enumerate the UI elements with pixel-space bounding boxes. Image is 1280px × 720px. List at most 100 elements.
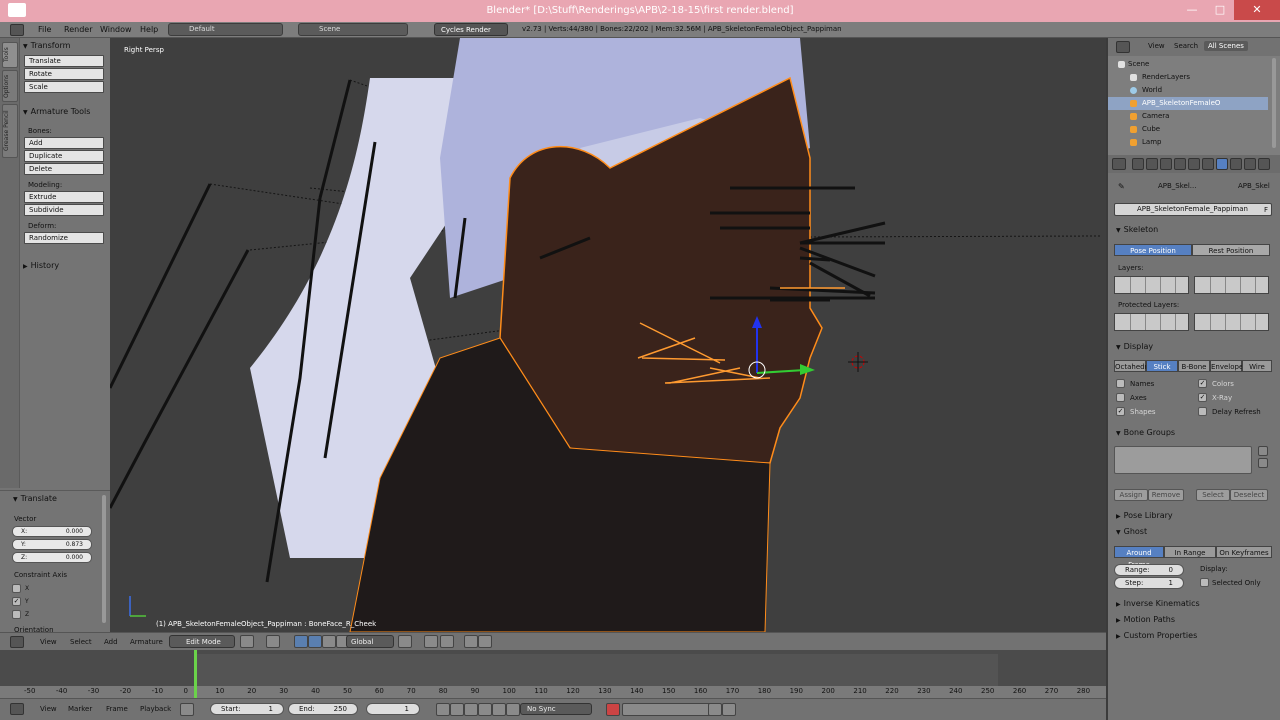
editor-type-outliner-icon[interactable] [1116, 41, 1130, 53]
outliner-search-menu[interactable]: Search [1174, 42, 1198, 50]
ghost-on-keyframes-button[interactable]: On Keyframes [1216, 546, 1272, 558]
add-bone-button[interactable]: Add [24, 137, 104, 149]
bone-group-assign-button[interactable]: Assign [1114, 489, 1148, 501]
editor-type-info-icon[interactable] [10, 24, 24, 36]
close-window-icon[interactable]: ✕ [1234, 0, 1280, 20]
xray-checkbox[interactable]: ✓ [1198, 393, 1207, 402]
delete-bone-button[interactable]: Delete [24, 163, 104, 175]
skeleton-panel-header[interactable]: Skeleton [1116, 225, 1159, 234]
timeline-editor[interactable]: -50 -40 -30 -20 -10 0 10 20 30 40 50 60 70 80 90 100 110… [0, 650, 1106, 698]
subdivide-button[interactable]: Subdivide [24, 204, 104, 216]
rotate-manipulator-icon[interactable] [322, 635, 336, 648]
inverse-kinematics-panel-header[interactable]: Inverse Kinematics [1116, 599, 1200, 608]
end-frame-field[interactable]: End: 250 [288, 703, 358, 715]
layer-grid-left[interactable] [1114, 276, 1189, 294]
timeline-menu-playback[interactable]: Playback [140, 705, 171, 713]
outliner-row-renderlayers[interactable]: RenderLayers [1108, 71, 1268, 84]
ghost-around-frame-button[interactable]: Around Frame [1114, 546, 1164, 569]
menu-add[interactable]: Add [104, 638, 118, 646]
play-reverse-icon[interactable] [464, 703, 478, 716]
constraints-context-icon[interactable] [1202, 158, 1214, 170]
sync-mode-select[interactable]: No Sync [520, 703, 592, 715]
scene-select[interactable]: Scene [298, 23, 408, 36]
constraint-y-checkbox[interactable]: ✓ [12, 597, 21, 606]
menu-render[interactable]: Render [64, 25, 92, 34]
minimize-icon[interactable]: — [1178, 0, 1206, 20]
rest-position-button[interactable]: Rest Position [1192, 244, 1270, 256]
maximize-icon[interactable]: □ [1206, 0, 1234, 20]
names-checkbox[interactable] [1116, 379, 1125, 388]
outliner-row-world[interactable]: World [1108, 84, 1268, 97]
armature-data-context-icon[interactable] [1216, 158, 1228, 170]
outliner-row-cube[interactable]: Cube [1108, 123, 1268, 136]
randomize-button[interactable]: Randomize [24, 232, 104, 244]
display-wire-button[interactable]: Wire [1242, 360, 1272, 372]
opengl-render-icon[interactable] [478, 635, 492, 648]
display-octahedral-button[interactable]: Octahedral [1114, 360, 1154, 372]
preview-range-icon[interactable] [180, 703, 194, 716]
tab-tools[interactable]: Tools [2, 42, 18, 68]
display-bbone-button[interactable]: B-Bone [1178, 360, 1210, 372]
armature-name-field[interactable]: APB_SkeletonFemale_Pappiman [1114, 203, 1272, 216]
jump-prev-key-icon[interactable] [450, 703, 464, 716]
constraint-x-checkbox[interactable] [12, 584, 21, 593]
tab-options[interactable]: Options [2, 70, 18, 102]
record-keyframe-icon[interactable] [606, 703, 620, 716]
axes-checkbox[interactable] [1116, 393, 1125, 402]
duplicate-bone-button[interactable]: Duplicate [24, 150, 104, 162]
vector-x-field[interactable]: X: 0.000 [12, 526, 92, 537]
physics-context-icon[interactable] [1258, 158, 1270, 170]
pose-position-button[interactable]: Pose Position [1114, 244, 1192, 256]
add-bone-group-icon[interactable] [1258, 446, 1268, 456]
bone-groups-panel-header[interactable]: Bone Groups [1116, 428, 1175, 437]
editor-type-properties-icon[interactable] [1112, 158, 1126, 170]
render-preview-icon[interactable] [464, 635, 478, 648]
world-context-icon[interactable] [1174, 158, 1186, 170]
keying-set-select[interactable] [622, 703, 714, 716]
jump-start-icon[interactable] [436, 703, 450, 716]
vector-z-field[interactable]: Z: 0.000 [12, 552, 92, 563]
display-panel-header[interactable]: Display [1116, 342, 1154, 351]
editor-type-3d-icon[interactable] [10, 636, 24, 648]
screen-layout-select[interactable]: Default [168, 23, 283, 36]
outliner-row-camera[interactable]: Camera [1108, 110, 1268, 123]
ghost-step-field[interactable]: Step: 1 [1114, 577, 1184, 589]
jump-end-icon[interactable] [506, 703, 520, 716]
outliner-row-lamp[interactable]: Lamp [1108, 136, 1268, 147]
display-envelope-button[interactable]: Envelope [1210, 360, 1243, 372]
bone-constraints-context-icon[interactable] [1244, 158, 1256, 170]
translate-manipulator-icon[interactable] [308, 635, 322, 648]
colors-checkbox[interactable]: ✓ [1198, 379, 1207, 388]
outliner-row-armature[interactable]: APB_SkeletonFemaleO [1108, 97, 1268, 110]
selected-only-checkbox[interactable] [1200, 578, 1209, 587]
timeline-menu-marker[interactable]: Marker [68, 705, 92, 713]
outliner-display-mode[interactable]: All Scenes [1204, 41, 1248, 51]
menu-help[interactable]: Help [140, 25, 158, 34]
bone-context-icon[interactable] [1230, 158, 1242, 170]
tab-grease-pencil[interactable]: Grease Pencil [2, 104, 18, 158]
delete-keyframe-icon[interactable] [722, 703, 736, 716]
render-layers-context-icon[interactable] [1146, 158, 1158, 170]
current-frame-indicator[interactable] [194, 650, 197, 698]
layers-icon[interactable] [398, 635, 412, 648]
render-context-icon[interactable] [1132, 158, 1144, 170]
bone-group-deselect-button[interactable]: Deselect [1230, 489, 1268, 501]
history-panel-header[interactable]: History [20, 260, 108, 272]
custom-properties-panel-header[interactable]: Custom Properties [1116, 631, 1198, 640]
shapes-checkbox[interactable]: ✓ [1116, 407, 1125, 416]
ghost-range-field[interactable]: Range: 0 [1114, 564, 1184, 576]
object-context-icon[interactable] [1188, 158, 1200, 170]
remove-bone-group-icon[interactable] [1258, 458, 1268, 468]
render-engine-select[interactable]: Cycles Render [434, 23, 508, 36]
viewport-shading-icon[interactable] [240, 635, 254, 648]
play-icon[interactable] [478, 703, 492, 716]
timeline-menu-frame[interactable]: Frame [106, 705, 128, 713]
constraint-z-checkbox[interactable] [12, 610, 21, 619]
pin-icon[interactable]: ✎ [1118, 182, 1125, 191]
menu-armature[interactable]: Armature [130, 638, 163, 646]
operator-header[interactable]: Translate [10, 493, 57, 505]
menu-select[interactable]: Select [70, 638, 92, 646]
manipulator-toggle-icon[interactable] [294, 635, 308, 648]
pivot-point-icon[interactable] [266, 635, 280, 648]
extrude-button[interactable]: Extrude [24, 191, 104, 203]
